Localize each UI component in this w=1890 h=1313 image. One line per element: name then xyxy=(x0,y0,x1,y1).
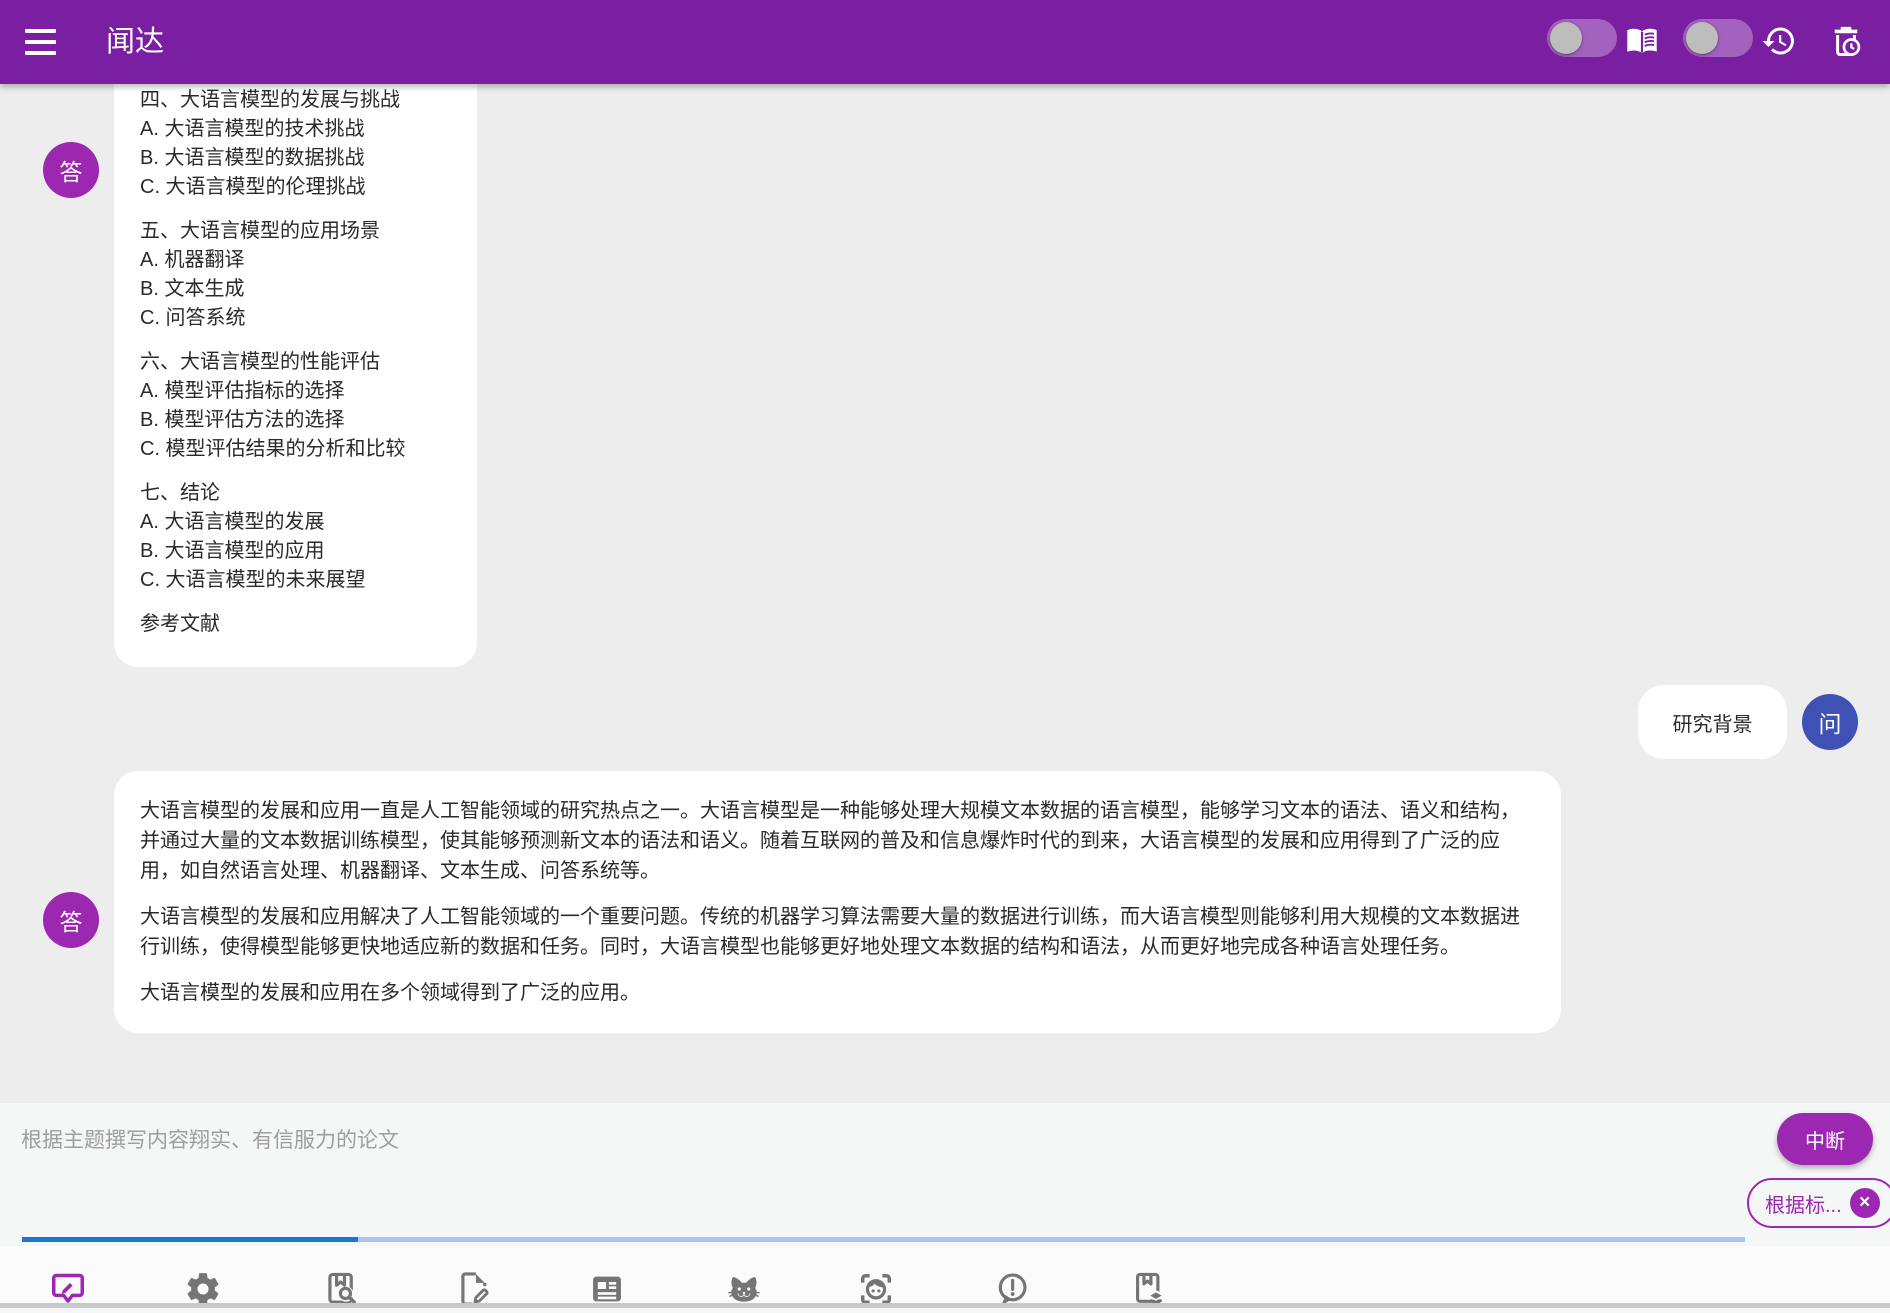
auto-delete-icon[interactable] xyxy=(1828,23,1864,64)
assistant-avatar: 答 xyxy=(43,142,99,198)
chip-close-icon[interactable]: × xyxy=(1850,1188,1880,1218)
outline-section: 参考文献 xyxy=(140,610,451,639)
interrupt-button[interactable]: 中断 xyxy=(1777,1113,1873,1165)
generation-progress-fill xyxy=(22,1237,358,1242)
toolbar-scrollbar[interactable] xyxy=(0,1303,1890,1308)
preset-chip[interactable]: 根据标... × xyxy=(1747,1178,1890,1228)
outline-section: 五、大语言模型的应用场景 A. 机器翻译 B. 文本生成 C. 问答系统 xyxy=(140,217,451,333)
book-open-icon[interactable] xyxy=(1624,23,1660,64)
toggle-left[interactable] xyxy=(1547,19,1617,57)
user-avatar: 问 xyxy=(1802,694,1858,750)
outline-section: 七、结论 A. 大语言模型的发展 B. 大语言模型的应用 C. 大语言模型的未来… xyxy=(140,479,451,595)
answer-paragraph: 大语言模型的发展和应用在多个领域得到了广泛的应用。 xyxy=(140,978,1535,1008)
toggle-right[interactable] xyxy=(1683,19,1753,57)
assistant-avatar: 答 xyxy=(43,892,99,948)
answer-paragraph: 大语言模型的发展和应用解决了人工智能领域的一个重要问题。传统的机器学习算法需要大… xyxy=(140,902,1535,962)
toggle-thumb xyxy=(1550,22,1582,54)
answer-paragraph: 大语言模型的发展和应用一直是人工智能领域的研究热点之一。大语言模型是一种能够处理… xyxy=(140,796,1535,886)
app-bar: 闻达 xyxy=(0,0,1890,84)
prompt-input[interactable]: 根据主题撰写内容翔实、有信服力的论文 xyxy=(21,1124,399,1154)
preset-chip-label: 根据标... xyxy=(1765,1189,1842,1218)
menu-icon[interactable] xyxy=(25,29,56,55)
user-message: 研究背景 xyxy=(1638,685,1787,759)
history-icon[interactable] xyxy=(1761,23,1797,64)
outline-section: 六、大语言模型的性能评估 A. 模型评估指标的选择 B. 模型评估方法的选择 C… xyxy=(140,348,451,464)
assistant-text-message: 大语言模型的发展和应用一直是人工智能领域的研究热点之一。大语言模型是一种能够处理… xyxy=(114,771,1561,1033)
toggle-thumb xyxy=(1686,22,1718,54)
app-title: 闻达 xyxy=(106,24,164,60)
assistant-outline-message: 四、大语言模型的发展与挑战 A. 大语言模型的技术挑战 B. 大语言模型的数据挑… xyxy=(114,40,477,667)
generation-progress-bar xyxy=(22,1237,1745,1242)
bottom-toolbar xyxy=(0,1246,1890,1308)
wenda-app: 闻达 xyxy=(0,0,1890,1313)
outline-section: 四、大语言模型的发展与挑战 A. 大语言模型的技术挑战 B. 大语言模型的数据挑… xyxy=(140,86,451,202)
